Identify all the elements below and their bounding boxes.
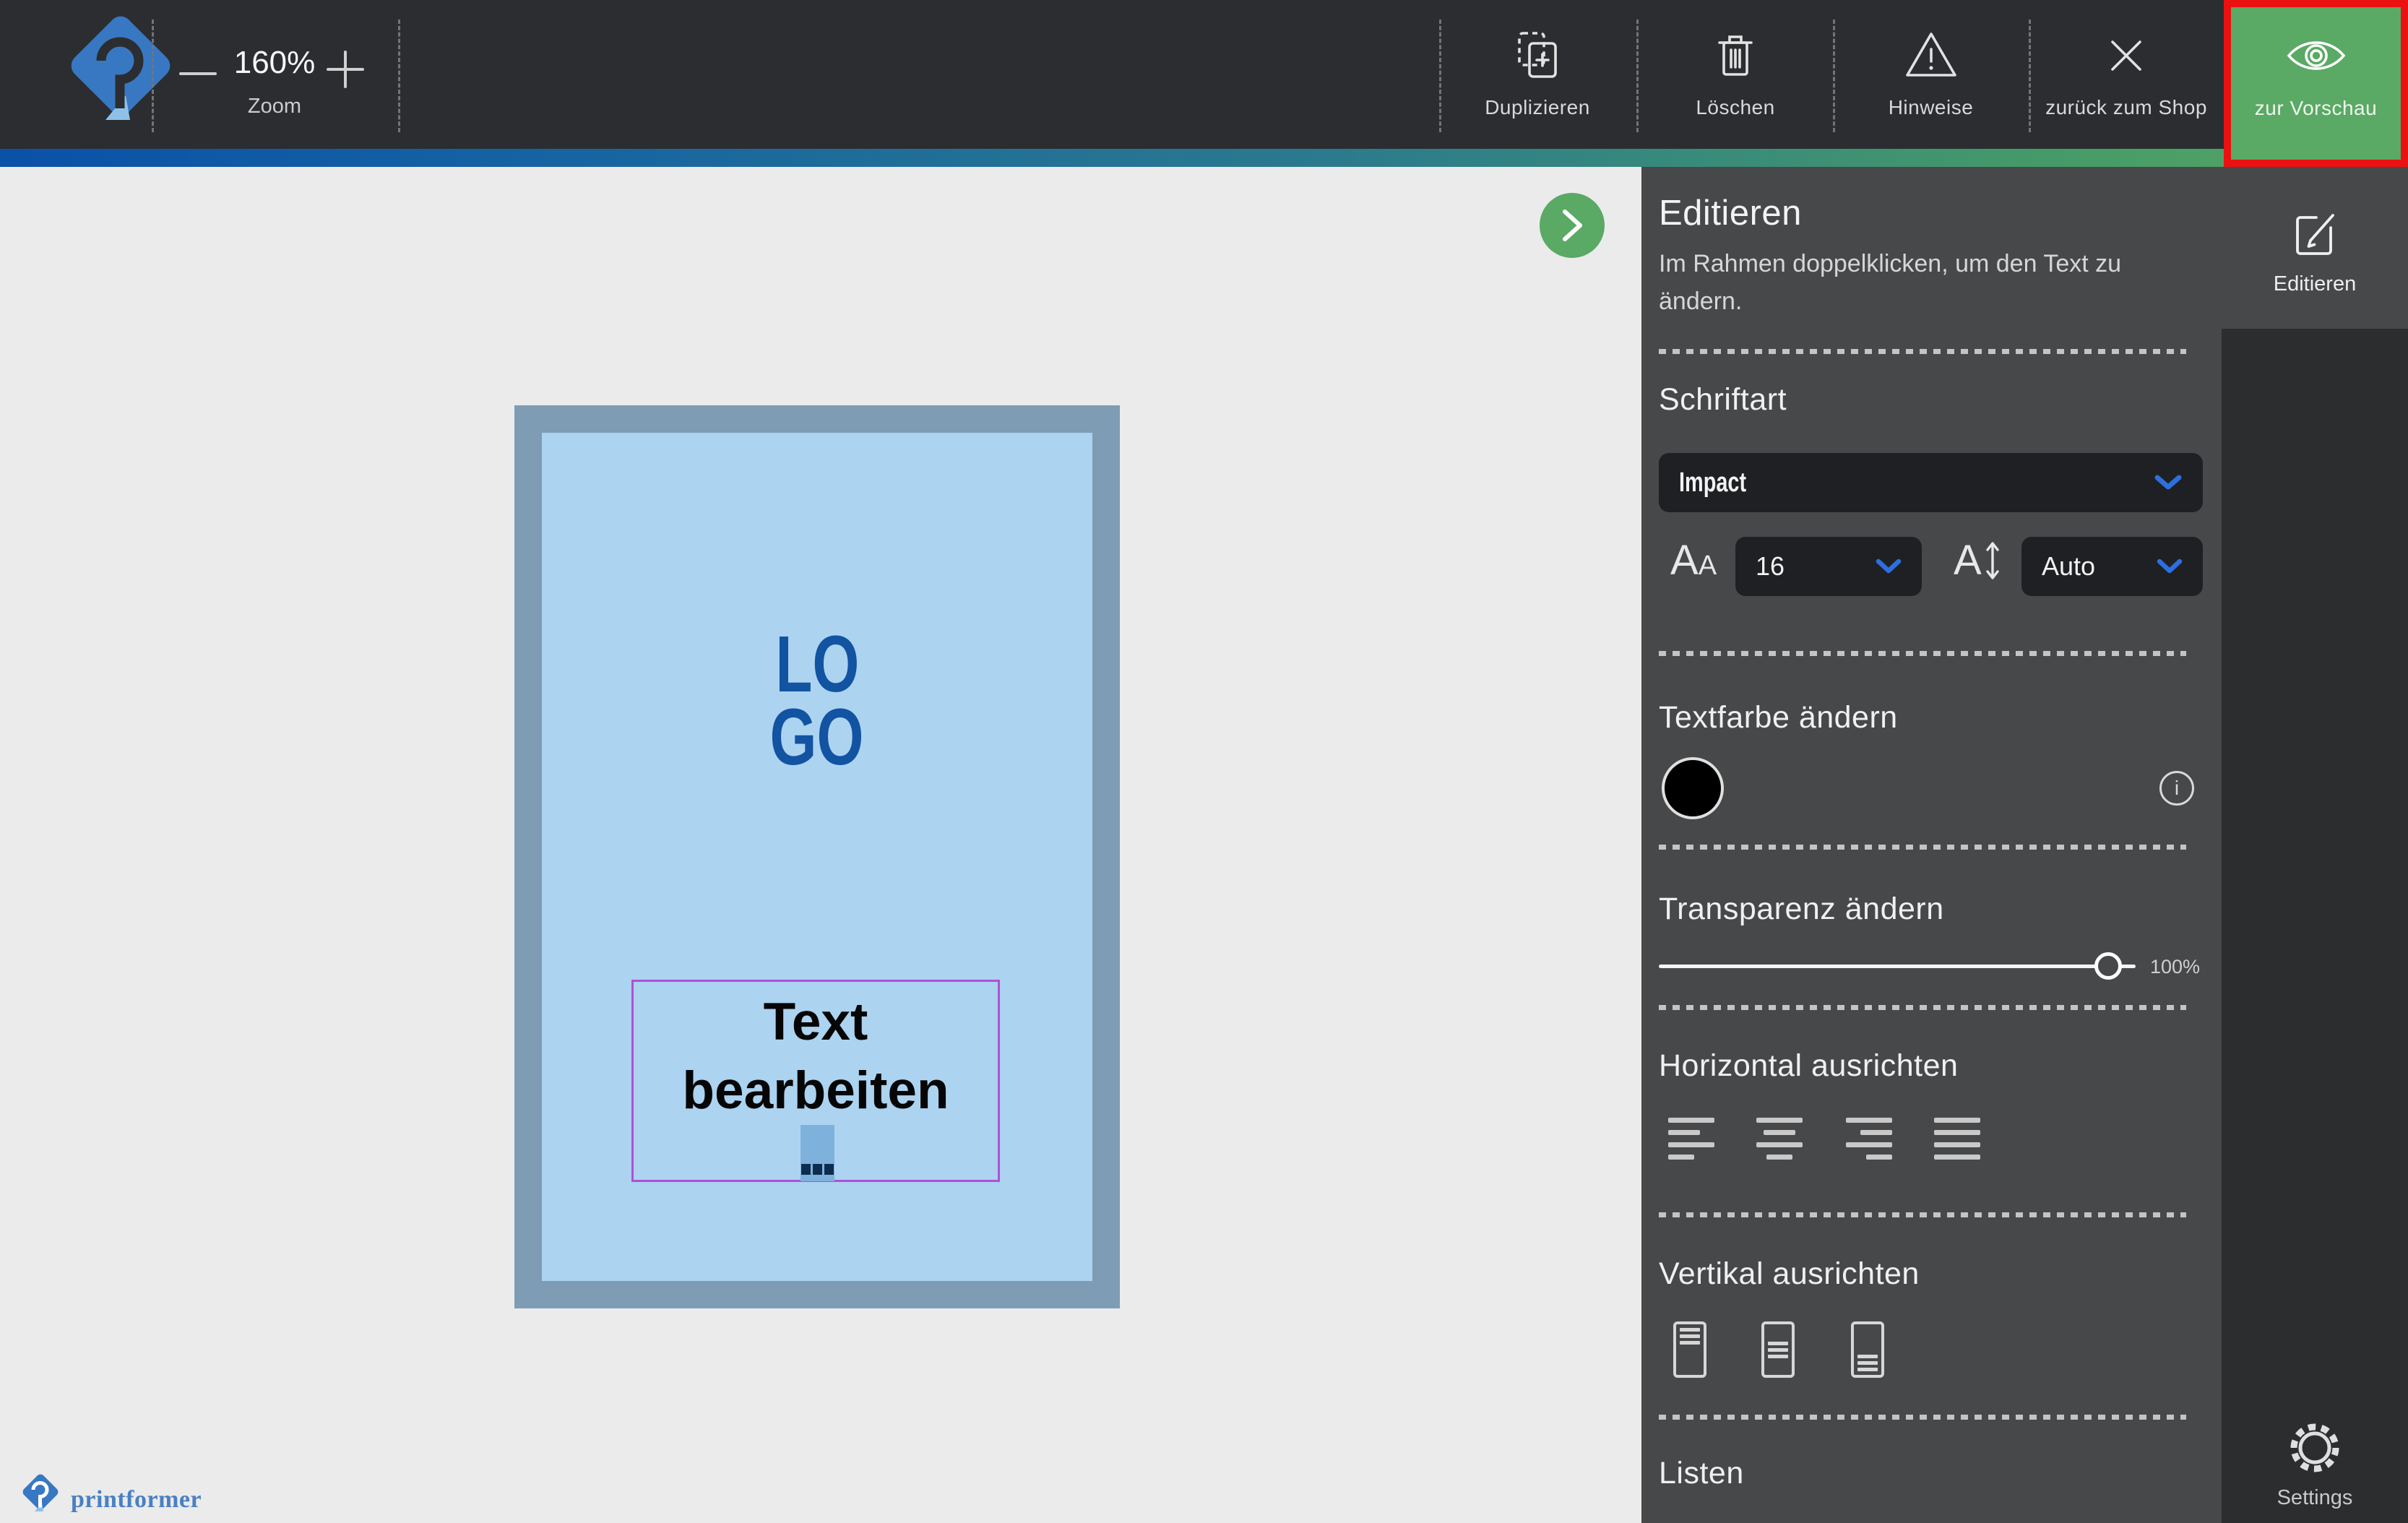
- transparency-value: 100%: [2150, 956, 2200, 978]
- font-family-value: Impact: [1679, 467, 2040, 499]
- editable-text[interactable]: Text bearbeiten: [634, 988, 998, 1125]
- text-line-2: bearbeiten: [682, 1061, 949, 1120]
- back-to-shop-label: zurück zum Shop: [2032, 96, 2221, 119]
- align-justify-button[interactable]: [1934, 1115, 1980, 1162]
- annotation-highlight-box: zur Vorschau: [2224, 0, 2408, 167]
- trash-icon: [1708, 27, 1763, 82]
- tab-edit[interactable]: Editieren: [2222, 167, 2408, 329]
- logo-line-2: GO: [770, 701, 864, 774]
- section-divider: [1659, 651, 2186, 656]
- delete-label: Löschen: [1640, 96, 1831, 119]
- valign-bottom-button[interactable]: [1851, 1321, 1884, 1378]
- tool-rail: Editieren Settings: [2222, 167, 2408, 1523]
- text-color-heading: Textfarbe ändern: [1659, 700, 1898, 735]
- panel-description: Im Rahmen doppelklicken, um den Text zu …: [1659, 245, 2150, 320]
- eye-icon: [2284, 33, 2349, 78]
- selected-text-frame[interactable]: Text bearbeiten: [631, 980, 1000, 1182]
- zoom-level-value: 160%: [217, 45, 332, 81]
- settings-label: Settings: [2222, 1486, 2408, 1510]
- section-divider: [1659, 1415, 2186, 1420]
- toolbar-separator: [2029, 20, 2031, 132]
- duplicate-icon: [1510, 27, 1565, 82]
- align-right-button[interactable]: [1846, 1115, 1892, 1162]
- preview-button[interactable]: zur Vorschau: [2231, 7, 2401, 160]
- ellipsis-dot: [824, 1164, 834, 1175]
- preview-label: zur Vorschau: [2231, 97, 2401, 120]
- duplicate-button[interactable]: Duplizieren: [1459, 0, 1615, 149]
- delete-button[interactable]: Löschen: [1640, 0, 1831, 149]
- align-left-button[interactable]: [1668, 1115, 1714, 1162]
- valign-top-button[interactable]: [1673, 1321, 1706, 1378]
- font-size-value: 16: [1756, 551, 1876, 582]
- zoom-label: Zoom: [202, 95, 347, 118]
- info-icon[interactable]: i: [2159, 771, 2194, 806]
- toolbar-separator: [152, 20, 154, 132]
- chevron-down-icon: [2154, 473, 2183, 492]
- chevron-down-icon: [2157, 558, 2183, 575]
- duplicate-label: Duplizieren: [1459, 96, 1615, 119]
- printformer-logo-icon: [64, 14, 178, 134]
- ellipsis-dot: [801, 1164, 811, 1175]
- zoom-out-button[interactable]: [179, 61, 217, 87]
- logo-line-1: LO: [775, 628, 859, 701]
- design-canvas: LO GO Text bearbeiten printformer: [0, 167, 1641, 1523]
- hints-label: Hinweise: [1835, 96, 2027, 119]
- line-height-select[interactable]: Auto: [2021, 537, 2203, 596]
- lists-heading: Listen: [1659, 1456, 1744, 1491]
- toolbar-separator: [1636, 20, 1639, 132]
- edit-panel: Editieren Im Rahmen doppelklicken, um de…: [1641, 167, 2222, 1523]
- text-line-1: Text: [764, 993, 868, 1051]
- vertical-align-heading: Vertikal ausrichten: [1659, 1256, 1920, 1292]
- text-color-swatch[interactable]: [1662, 757, 1724, 819]
- chevron-right-icon: [1558, 205, 1587, 246]
- zoom-in-button[interactable]: [324, 48, 367, 91]
- toolbar-separator: [1439, 20, 1441, 132]
- panel-title: Editieren: [1659, 193, 1802, 233]
- printformer-logo-icon: [20, 1473, 61, 1516]
- horizontal-align-heading: Horizontal ausrichten: [1659, 1048, 1958, 1084]
- font-size-icon: AA: [1670, 540, 1717, 582]
- accent-gradient-bar: [0, 149, 2408, 167]
- align-center-button[interactable]: [1756, 1115, 1803, 1162]
- section-divider: [1659, 845, 2186, 850]
- toolbar-separator: [398, 20, 400, 132]
- line-height-value: Auto: [2042, 551, 2157, 582]
- hints-button[interactable]: Hinweise: [1835, 0, 2027, 149]
- tab-edit-label: Editieren: [2222, 272, 2408, 296]
- settings-button[interactable]: Settings: [2222, 1395, 2408, 1523]
- design-logo-text[interactable]: LO GO: [542, 628, 1092, 774]
- section-divider: [1659, 1212, 2186, 1217]
- text-cursor-block: [800, 1125, 834, 1181]
- section-divider: [1659, 1005, 2186, 1010]
- design-page[interactable]: LO GO Text bearbeiten: [514, 405, 1120, 1308]
- gear-icon: [2287, 1420, 2343, 1476]
- top-toolbar: 160% Zoom Duplizieren Löschen: [0, 0, 2408, 149]
- printformer-watermark: printformer: [20, 1473, 202, 1516]
- line-height-icon: A: [1954, 540, 2001, 582]
- warning-icon: [1902, 27, 1960, 82]
- section-divider: [1659, 349, 2186, 354]
- collapse-sidebar-button[interactable]: [1540, 193, 1605, 258]
- transparency-heading: Transparenz ändern: [1659, 892, 1944, 927]
- edit-icon: [2292, 206, 2338, 258]
- valign-middle-button[interactable]: [1761, 1321, 1795, 1378]
- font-size-select[interactable]: 16: [1735, 537, 1922, 596]
- font-section-heading: Schriftart: [1659, 382, 1787, 418]
- printformer-wordmark: printformer: [71, 1486, 202, 1514]
- transparency-slider-track[interactable]: [1659, 965, 2136, 968]
- font-family-select[interactable]: Impact: [1659, 453, 2203, 512]
- transparency-slider-thumb[interactable]: [2094, 952, 2122, 980]
- back-to-shop-button[interactable]: zurück zum Shop: [2032, 0, 2221, 149]
- chevron-down-icon: [1876, 558, 1902, 575]
- close-icon: [2105, 35, 2147, 77]
- ellipsis-dot: [813, 1164, 822, 1175]
